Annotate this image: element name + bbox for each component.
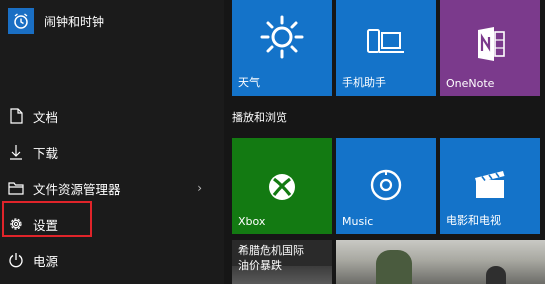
menu-item-label: 下载	[33, 145, 59, 161]
download-icon	[8, 144, 24, 160]
menu-item-downloads[interactable]: 下载	[0, 138, 224, 166]
menu-item-label: 电源	[33, 253, 59, 269]
app-label: 闹钟和时钟	[44, 14, 105, 29]
menu-item-documents[interactable]: 文档	[0, 102, 224, 130]
file-explorer-icon	[8, 180, 24, 196]
tile-weather[interactable]: 天气	[232, 0, 332, 96]
chevron-right-icon[interactable]: ›	[197, 181, 202, 195]
news-headline-line1: 希腊危机国际	[238, 244, 304, 257]
tile-onenote[interactable]: OneNote	[440, 0, 540, 96]
photo-person	[486, 266, 506, 284]
tile-label: Xbox	[238, 215, 266, 228]
group-title: 播放和浏览	[232, 111, 287, 124]
app-alarms-clock[interactable]: 闹钟和时钟	[8, 8, 104, 34]
tile-label: 电影和电视	[446, 214, 501, 227]
tile-music[interactable]: Music	[336, 138, 436, 234]
tile-label: OneNote	[446, 77, 495, 90]
menu-item-label: 文件资源管理器	[33, 181, 121, 197]
document-icon	[8, 108, 24, 124]
tile-label: 手机助手	[342, 76, 386, 89]
news-headline: 希腊危机国际 油价暴跌	[238, 243, 304, 273]
menu-item-file-explorer[interactable]: 文件资源管理器 ›	[0, 174, 224, 202]
menu-item-label: 文档	[33, 109, 59, 125]
phone-laptop-icon	[336, 28, 436, 58]
power-icon	[8, 252, 24, 268]
xbox-icon	[232, 172, 332, 202]
clapperboard-icon	[440, 168, 540, 200]
onenote-icon	[440, 26, 540, 62]
start-menu-left-pane: 闹钟和时钟 文档 下载 文件资源管理器 › 设置 电源	[0, 0, 224, 284]
photo-tree	[376, 250, 412, 284]
alarm-clock-icon	[8, 8, 34, 34]
menu-item-power[interactable]: 电源	[0, 246, 224, 274]
news-headline-line2: 油价暴跌	[238, 259, 282, 272]
tile-movies-tv[interactable]: 电影和电视	[440, 138, 540, 234]
tile-label: 天气	[238, 76, 260, 89]
tile-news[interactable]: 希腊危机国际 油价暴跌	[232, 240, 332, 284]
tile-label: Music	[342, 215, 374, 228]
settings-highlight-box	[2, 201, 92, 237]
sun-icon	[232, 14, 332, 60]
tile-xbox[interactable]: Xbox	[232, 138, 332, 234]
tile-photos[interactable]	[336, 240, 545, 284]
tile-phone-companion[interactable]: 手机助手	[336, 0, 436, 96]
music-disc-icon	[336, 168, 436, 202]
